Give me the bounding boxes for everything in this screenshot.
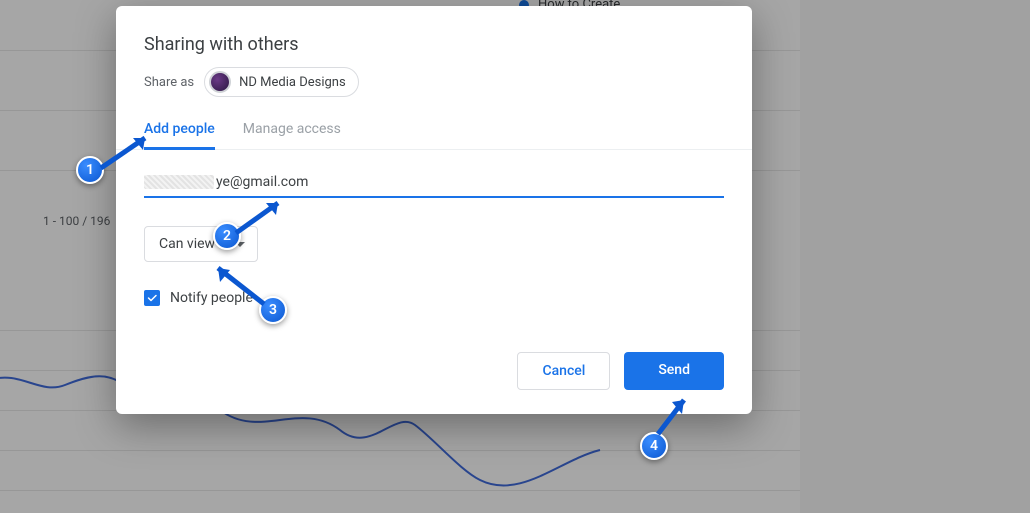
dialog-tabs: Add people Manage access [116,107,752,150]
share-as-row: Share as ND Media Designs [144,67,724,97]
tab-manage-access[interactable]: Manage access [243,121,341,149]
redacted-text [144,175,214,189]
right-cropped-region [800,0,1030,513]
annotation-badge-1: 1 [76,156,104,184]
notify-people-row: Notify people [144,290,724,306]
notify-label: Notify people [170,290,253,306]
email-visible-part: ye@gmail.com [216,174,308,190]
dialog-title: Sharing with others [144,34,724,55]
annotation-badge-4: 4 [640,432,668,460]
identity-name: ND Media Designs [239,75,346,90]
permission-value: Can view [159,236,215,252]
permission-select[interactable]: Can view [144,226,258,262]
avatar [209,71,231,93]
notify-checkbox[interactable] [144,290,160,306]
cancel-button[interactable]: Cancel [517,352,610,390]
send-button[interactable]: Send [624,352,724,390]
identity-chip[interactable]: ND Media Designs [204,67,359,97]
tab-add-people[interactable]: Add people [144,121,215,149]
email-input[interactable]: ye@gmail.com [144,174,724,198]
check-icon [146,292,158,304]
annotation-badge-2: 2 [213,222,241,250]
share-dialog: Sharing with others Share as ND Media De… [116,6,752,414]
annotation-badge-3: 3 [259,296,287,324]
share-as-label: Share as [144,75,194,90]
